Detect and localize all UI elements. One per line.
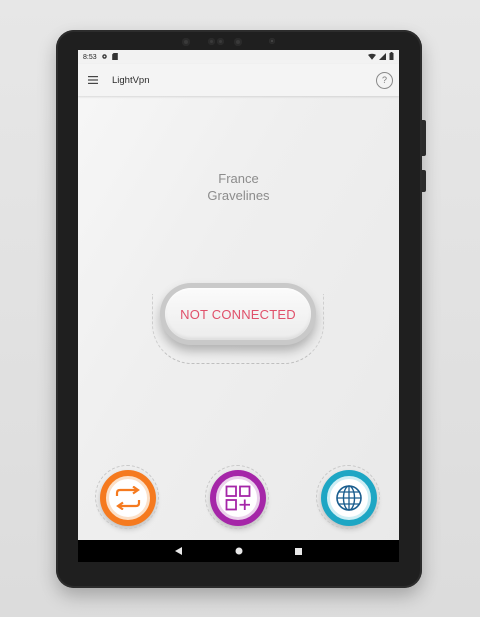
screen: 8:53 LightVpn ? France Gravelines NOT CO… (78, 50, 399, 562)
help-icon: ? (381, 74, 387, 85)
connect-button-face: NOT CONNECTED (165, 288, 311, 340)
button-dashed-ring (316, 465, 380, 529)
status-bar: 8:53 (78, 50, 399, 64)
button-dashed-ring (95, 465, 159, 529)
button-dashed-ring (205, 465, 269, 529)
back-icon[interactable] (175, 542, 183, 560)
sd-card-icon (111, 52, 118, 62)
wifi-icon (368, 53, 376, 62)
connection-status-label: NOT CONNECTED (180, 306, 296, 322)
hamburger-menu-icon (88, 76, 98, 84)
status-time: 8:53 (83, 53, 97, 61)
power-button (422, 170, 426, 192)
sensor-icon (208, 38, 215, 45)
apps-button[interactable] (205, 465, 269, 529)
camera-icon (269, 38, 275, 44)
app-title: LightVpn (112, 74, 150, 86)
sensor-icon (217, 38, 224, 45)
home-icon[interactable] (235, 542, 243, 560)
servers-button[interactable] (316, 465, 380, 529)
app-bar: LightVpn ? (78, 64, 399, 96)
connect-button[interactable]: NOT CONNECTED (160, 283, 316, 345)
server-location[interactable]: France Gravelines (78, 170, 399, 204)
switch-server-button[interactable] (95, 465, 159, 529)
gear-icon (101, 53, 108, 62)
signal-icon (379, 52, 386, 62)
server-city: Gravelines (207, 188, 270, 203)
server-country: France (218, 171, 259, 186)
navigation-bar (78, 540, 399, 562)
tablet-frame: 8:53 LightVpn ? France Gravelines NOT CO… (56, 30, 426, 588)
volume-button (422, 120, 426, 156)
menu-button[interactable] (84, 71, 102, 89)
recents-icon[interactable] (295, 542, 302, 560)
camera-icon (234, 38, 242, 46)
camera-icon (182, 38, 190, 46)
help-button[interactable]: ? (376, 71, 393, 89)
camera-bar (56, 38, 422, 48)
battery-icon (389, 52, 394, 62)
